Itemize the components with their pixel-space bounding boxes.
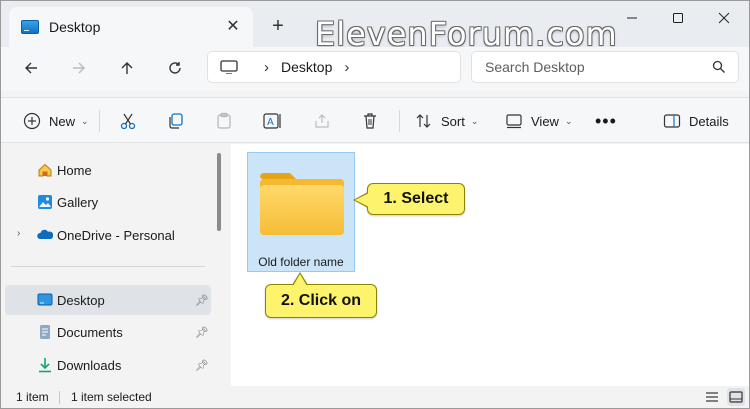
details-button[interactable]: Details [663, 106, 729, 136]
paste-button[interactable] [215, 106, 233, 136]
selected-count: 1 item selected [71, 390, 152, 404]
details-pane-icon [663, 114, 681, 128]
paste-icon [217, 112, 231, 129]
minimize-icon [627, 17, 637, 19]
sort-icon [416, 114, 431, 128]
breadcrumb-desktop[interactable]: Desktop [281, 59, 332, 75]
more-options-icon[interactable]: ••• [595, 106, 617, 136]
sidebar-item-desktop[interactable]: Desktop 📌︎ [5, 285, 211, 315]
item-count: 1 item [16, 390, 49, 404]
refresh-icon [169, 62, 181, 74]
refresh-button[interactable] [159, 53, 191, 83]
trash-icon [364, 113, 376, 129]
status-bar: 1 item 1 item selected [1, 386, 749, 408]
sidebar-item-onedrive[interactable]: › OneDrive - Personal [5, 220, 211, 250]
search-icon [712, 60, 725, 73]
command-bar: New ⌄ A Sort ⌄ View ⌄ ••• Details [1, 97, 749, 143]
search-placeholder: Search Desktop [485, 59, 585, 75]
details-label: Details [689, 113, 729, 129]
rename-icon: A [263, 113, 281, 129]
chevron-down-icon: ⌄ [81, 115, 89, 126]
forward-arrow-icon [73, 62, 85, 74]
list-view-icon [706, 392, 718, 402]
callout-select: 1. Select [353, 183, 465, 215]
pin-icon[interactable]: 📌︎ [195, 326, 209, 339]
sort-button[interactable]: Sort ⌄ [415, 106, 478, 136]
maximize-icon [673, 13, 683, 23]
search-input[interactable]: Search Desktop [471, 51, 739, 83]
tab-title: Desktop [49, 19, 101, 35]
cut-button[interactable] [119, 106, 137, 136]
sidebar-item-label: Gallery [57, 194, 99, 210]
close-tab-icon[interactable]: ✕ [223, 16, 243, 36]
tiles-view-icon [729, 391, 743, 403]
divider [59, 391, 60, 404]
copy-icon [169, 113, 183, 129]
view-button[interactable]: View ⌄ [505, 106, 573, 136]
delete-button[interactable] [361, 106, 379, 136]
sidebar-item-home[interactable]: Home [5, 155, 211, 185]
close-window-button[interactable] [701, 5, 747, 31]
sort-label: Sort [441, 113, 465, 129]
new-icon [23, 112, 41, 130]
address-bar[interactable]: › Desktop › [207, 51, 461, 83]
new-tab-icon[interactable]: + [267, 15, 289, 37]
folder-icon [260, 173, 344, 235]
up-button[interactable] [111, 53, 143, 83]
pin-icon[interactable]: 📌︎ [195, 294, 209, 307]
tab-desktop[interactable]: Desktop ✕ [9, 7, 253, 47]
view-icon [506, 114, 522, 129]
divider [11, 266, 205, 267]
sidebar-item-label: Desktop [57, 292, 105, 308]
tiles-view-button[interactable] [727, 388, 745, 406]
chevron-right-icon[interactable]: › [17, 228, 20, 239]
file-list-pane: Old folder name [231, 144, 749, 386]
sidebar-item-documents[interactable]: Documents 📌︎ [5, 317, 211, 347]
sidebar-item-gallery[interactable]: Gallery [5, 187, 211, 217]
sidebar-item-downloads[interactable]: Downloads 📌︎ [5, 350, 211, 380]
callout-click: 2. Click on [265, 272, 377, 318]
navigation-bar: › Desktop › Search Desktop [1, 47, 749, 91]
navigation-pane: Home Gallery › OneDrive - Personal Deskt… [1, 144, 213, 386]
sidebar-scrollbar[interactable] [217, 153, 221, 231]
home-icon [38, 163, 52, 177]
breadcrumb-chevron-icon[interactable]: › [344, 59, 349, 76]
sidebar-item-label: Documents [57, 324, 123, 340]
separator [399, 110, 400, 132]
chevron-down-icon: ⌄ [564, 115, 573, 126]
share-icon [315, 114, 329, 128]
computer-icon [220, 60, 238, 74]
gallery-icon [38, 195, 52, 209]
file-explorer-window: Desktop ✕ + ElevenForum.com › Desktop › … [0, 0, 750, 409]
share-button[interactable] [313, 106, 331, 136]
rename-button[interactable]: A [263, 106, 283, 136]
sidebar-item-label: OneDrive - Personal [57, 227, 175, 243]
new-label: New [49, 113, 76, 129]
desktop-icon [37, 293, 53, 306]
back-arrow-icon [25, 62, 37, 74]
svg-text:A: A [267, 117, 274, 128]
folder-name[interactable]: Old folder name [248, 255, 354, 269]
sidebar-item-label: Home [57, 162, 92, 178]
sidebar-item-label: Downloads [57, 357, 122, 373]
folder-item[interactable]: Old folder name [247, 152, 355, 272]
downloads-icon [39, 358, 51, 373]
pin-icon[interactable]: 📌︎ [195, 359, 209, 372]
copy-button[interactable] [167, 106, 185, 136]
chevron-down-icon: ⌄ [470, 115, 479, 126]
breadcrumb-chevron-icon[interactable]: › [264, 59, 269, 76]
maximize-button[interactable] [655, 5, 701, 31]
close-icon [718, 12, 730, 24]
back-button[interactable] [15, 53, 47, 83]
forward-button[interactable] [63, 53, 95, 83]
documents-icon [40, 325, 50, 339]
desktop-icon [21, 20, 39, 34]
up-arrow-icon [121, 62, 133, 74]
separator [99, 110, 100, 132]
onedrive-icon [37, 229, 53, 239]
scissors-icon [120, 113, 136, 130]
details-view-button[interactable] [703, 388, 721, 406]
view-label: View [531, 113, 559, 129]
new-button[interactable]: New ⌄ [23, 106, 89, 136]
